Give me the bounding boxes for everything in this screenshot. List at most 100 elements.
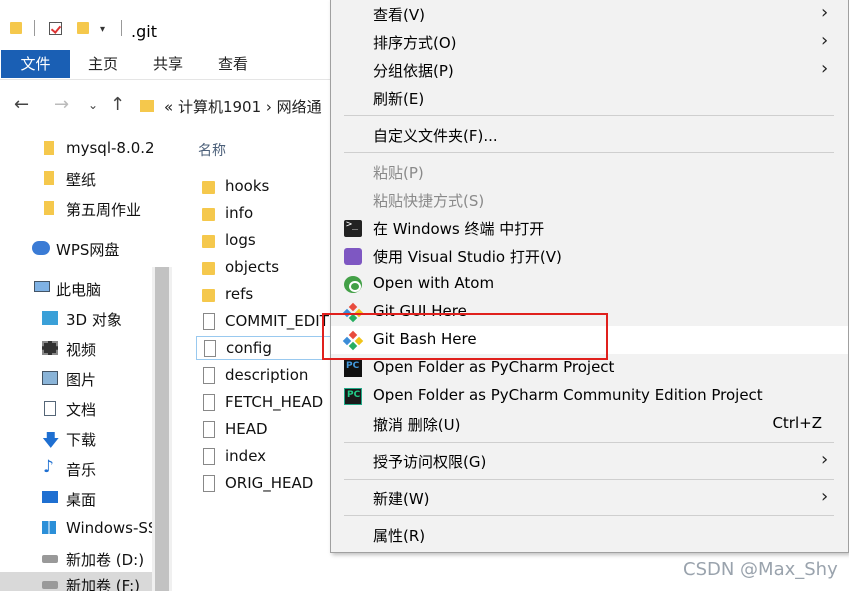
desktop-icon [42,491,58,503]
sidebar-item-pictures[interactable]: 图片 [0,366,154,392]
list-item[interactable]: description [196,364,336,388]
list-item[interactable]: index [196,445,336,469]
sidebar-item-windows-ss[interactable]: Windows-SS [0,516,158,542]
folder-icon [10,22,22,34]
folder-icon [202,289,215,302]
divider [34,20,35,36]
customize-quick-access-icon[interactable]: ▾ [100,24,105,35]
list-item[interactable]: COMMIT_EDIT [196,310,336,334]
sidebar-item-drive-d[interactable]: 新加卷 (D:) [0,546,154,572]
list-item[interactable]: info [196,202,336,226]
download-arrow-icon: 🡇 [42,431,60,451]
menu-item-grant-access[interactable]: 授予访问权限(G) › [331,447,848,475]
menu-item-open-with-atom[interactable]: Open with Atom [331,270,848,298]
menu-item-properties[interactable]: 属性(R) [331,521,848,549]
back-arrow-icon[interactable]: ← [14,94,29,115]
file-name: ORIG_HEAD [225,474,314,492]
folder-icon [44,171,54,185]
sidebar-item-desktop[interactable]: 桌面 [0,486,154,512]
sidebar-item-label: 下载 [66,431,97,449]
sidebar-item-mysql[interactable]: mysql-8.0.2 [0,136,155,162]
menu-separator [344,115,834,116]
recent-locations-chevron-icon[interactable]: ⌄ [88,98,98,112]
cloud-icon [32,241,50,255]
list-item[interactable]: logs [196,229,336,253]
sidebar-item-music[interactable]: ♪ 音乐 [0,456,154,482]
context-menu: 查看(V) › 排序方式(O) › 分组依据(P) › 刷新(E) 自定义文件夹(F)… [330,0,849,553]
sidebar-item-this-pc[interactable]: 此电脑 [0,276,154,302]
folder-icon [44,141,54,155]
sidebar-item-wps[interactable]: WPS网盘 [0,236,154,262]
menu-item-customize-folder[interactable]: 自定义文件夹(F)... [331,121,848,149]
music-note-icon: ♪ [43,457,54,477]
list-item[interactable]: FETCH_HEAD [196,391,336,415]
sidebar-item-label: 此电脑 [56,281,102,299]
file-icon [203,475,215,492]
menu-item-label: 撤消 删除(U) [373,416,461,434]
properties-quick-icon[interactable] [49,22,62,35]
menu-item-refresh[interactable]: 刷新(E) [331,84,848,112]
menu-item-label: 在 Windows 终端 中打开 [373,220,545,238]
sidebar-item-downloads[interactable]: 🡇 下载 [0,426,154,452]
menu-item-label: 授予访问权限(G) [373,453,487,471]
menu-item-label: 排序方式(O) [373,34,457,52]
menu-item-label: 粘贴(P) [373,164,424,182]
sidebar-item-videos[interactable]: 视频 [0,336,154,362]
menu-item-open-pycharm-ce[interactable]: Open Folder as PyCharm Community Edition… [331,382,848,410]
list-item[interactable]: objects [196,256,336,280]
sidebar-item-drive-f[interactable]: 新加卷 (F:) [0,572,154,591]
new-folder-quick-icon[interactable] [77,22,89,34]
tab-home[interactable]: 主页 [78,50,128,78]
folder-icon [44,201,54,215]
sidebar-item-wallpaper[interactable]: 壁纸 [0,166,154,192]
computer-icon [34,281,50,292]
file-name: hooks [225,177,270,195]
list-item[interactable]: HEAD [196,418,336,442]
tab-share[interactable]: 共享 [143,50,193,78]
sidebar-item-label: 音乐 [66,461,97,479]
menu-item-undo-delete[interactable]: 撤消 删除(U) Ctrl+Z [331,410,848,438]
sidebar-item-label: Windows-SS [66,519,158,537]
sidebar-item-documents[interactable]: 文档 [0,396,154,422]
file-name: COMMIT_EDIT [225,312,329,330]
image-icon [42,371,58,385]
tab-view[interactable]: 查看 [208,50,258,78]
up-arrow-icon[interactable]: ↑ [110,94,125,115]
sidebar-item-label: 视频 [66,341,97,359]
folder-icon [202,181,215,194]
list-item[interactable]: ORIG_HEAD [196,472,336,496]
sidebar-item-label: 桌面 [66,491,97,509]
sidebar-item-label: 第五周作业 [66,201,142,219]
list-item[interactable]: hooks [196,175,336,199]
sidebar-item-3d-objects[interactable]: 3D 对象 [0,306,154,332]
folder-icon [202,262,215,275]
menu-item-label: 粘贴快捷方式(S) [373,192,485,210]
menu-item-label: 使用 Visual Studio 打开(V) [373,248,562,266]
menu-item-open-visual-studio[interactable]: 使用 Visual Studio 打开(V) [331,242,848,270]
menu-item-sort-by[interactable]: 排序方式(O) › [331,28,848,56]
menu-item-label: Open with Atom [373,274,495,292]
menu-item-open-windows-terminal[interactable]: 在 Windows 终端 中打开 [331,214,848,242]
menu-item-group-by[interactable]: 分组依据(P) › [331,56,848,84]
column-header-name[interactable]: 名称 [198,140,226,160]
menu-item-view[interactable]: 查看(V) › [331,0,848,28]
file-icon [203,367,215,384]
sidebar-item-week5[interactable]: 第五周作业 [0,196,154,222]
file-icon [204,340,216,357]
visual-studio-icon [344,248,362,265]
file-icon [203,394,215,411]
terminal-icon [344,219,362,237]
sidebar-scrollbar[interactable] [152,267,172,591]
list-item[interactable]: refs [196,283,336,307]
menu-item-paste-shortcut[interactable]: 粘贴快捷方式(S) [331,186,848,214]
list-item[interactable]: config [196,336,336,360]
menu-item-label: 查看(V) [373,6,425,24]
scrollbar-thumb[interactable] [155,267,169,591]
pycharm-icon [344,360,362,377]
file-name: description [225,366,309,384]
menu-item-paste[interactable]: 粘贴(P) [331,158,848,186]
forward-arrow-icon[interactable]: → [54,94,69,115]
menu-item-new[interactable]: 新建(W) › [331,484,848,512]
atom-icon [344,276,362,293]
tab-file[interactable]: 文件 [1,50,70,78]
